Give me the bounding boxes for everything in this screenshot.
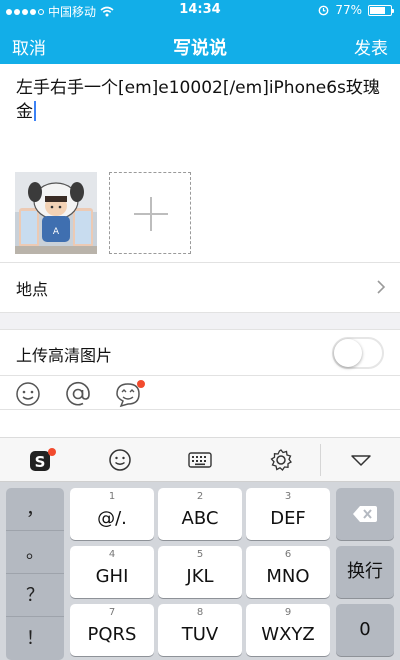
punct-key-exclaim[interactable]: ！	[6, 617, 64, 660]
upload-hd-toggle[interactable]	[332, 337, 384, 369]
svg-text:A: A	[53, 227, 60, 237]
status-bar: 中国移动 14:34 77%	[0, 0, 400, 20]
battery-icon	[368, 4, 394, 16]
key-number: 4	[108, 549, 116, 560]
keyboard-icon[interactable]	[187, 447, 213, 473]
publish-button[interactable]: 发表	[354, 34, 388, 59]
cancel-button[interactable]: 取消	[12, 34, 46, 59]
key-letters: JKL	[186, 566, 214, 587]
photo-thumbnail-image: A	[15, 172, 97, 254]
key-letters: PQRS	[87, 624, 137, 645]
battery-level-fill	[370, 6, 385, 14]
key-letters: MNO	[266, 566, 310, 587]
photo-row: A	[15, 172, 191, 254]
add-photo-button[interactable]	[109, 172, 191, 254]
battery-percent: 77%	[335, 3, 362, 17]
header-bar: 中国移动 14:34 77% 取消 写说说 发表	[0, 0, 400, 64]
key-9[interactable]: 9 WXYZ	[246, 604, 330, 656]
toolbar-separator	[320, 444, 321, 476]
status-right: 77%	[318, 3, 394, 17]
key-number: 9	[284, 607, 292, 618]
t9-keyboard: ， 。 ？ ！ 1 @/. 2 ABC 3 DEF 4 GHI 5 JKL 6 …	[0, 482, 400, 660]
upload-hd-label: 上传高清图片	[16, 346, 113, 365]
spacer	[0, 410, 400, 438]
key-2[interactable]: 2 ABC	[158, 488, 242, 540]
page-title: 写说说	[173, 38, 227, 59]
upload-hd-row: 上传高清图片	[0, 330, 400, 376]
key-5[interactable]: 5 JKL	[158, 546, 242, 598]
sogou-logo-button[interactable]: S	[27, 446, 57, 476]
key-4[interactable]: 4 GHI	[70, 546, 154, 598]
key-1[interactable]: 1 @/.	[70, 488, 154, 540]
compose-text-area[interactable]: 左手右手一个[em]e10002[/em]iPhone6s玫瑰金	[16, 76, 386, 124]
text-caret	[34, 101, 36, 121]
key-letters: GHI	[95, 566, 129, 587]
punct-key-period[interactable]: 。	[6, 531, 64, 574]
chevron-right-icon	[377, 280, 386, 294]
notification-dot	[48, 448, 56, 456]
keyboard-toolbar: S	[0, 438, 400, 482]
key-3[interactable]: 3 DEF	[246, 488, 330, 540]
section-divider	[0, 312, 400, 330]
key-number: 8	[196, 607, 204, 618]
key-7[interactable]: 7 PQRS	[70, 604, 154, 656]
key-number: 6	[284, 549, 292, 560]
emoji-icon[interactable]	[14, 380, 42, 408]
toggle-knob	[334, 339, 362, 367]
newline-key[interactable]: 换行	[336, 546, 394, 598]
key-letters: TUV	[181, 624, 219, 645]
punct-key-question[interactable]: ？	[6, 574, 64, 617]
settings-icon[interactable]	[268, 447, 294, 473]
key-number: 7	[108, 607, 116, 618]
location-row[interactable]: 地点	[0, 262, 400, 312]
key-number: 1	[108, 491, 116, 502]
backspace-icon	[353, 506, 377, 522]
svg-text:S: S	[35, 453, 46, 471]
backspace-key[interactable]	[336, 488, 394, 540]
key-letters: DEF	[270, 508, 306, 529]
compose-text: 左手右手一个[em]e10002[/em]iPhone6s玫瑰金	[16, 78, 380, 122]
photo-thumbnail[interactable]: A	[15, 172, 97, 254]
alarm-icon	[318, 5, 329, 15]
key-letters: @/.	[97, 508, 127, 529]
doodle-tool[interactable]	[114, 380, 146, 408]
key-number: 3	[284, 491, 292, 502]
key-0[interactable]: 0	[336, 604, 394, 656]
location-label: 地点	[16, 280, 49, 299]
emoji-icon[interactable]	[107, 447, 133, 473]
compose-toolbar	[0, 376, 400, 410]
notification-dot	[137, 380, 145, 388]
key-number: 2	[196, 491, 204, 502]
punct-key-comma[interactable]: ，	[6, 488, 64, 531]
key-letters: WXYZ	[261, 624, 315, 645]
punctuation-column: ， 。 ？ ！	[6, 488, 64, 660]
key-number: 5	[196, 549, 204, 560]
key-letters: ABC	[181, 508, 219, 529]
key-8[interactable]: 8 TUV	[158, 604, 242, 656]
key-6[interactable]: 6 MNO	[246, 546, 330, 598]
nav-bar: 取消 写说说 发表	[0, 26, 400, 62]
hide-keyboard-icon[interactable]	[348, 447, 374, 473]
at-icon[interactable]	[64, 380, 92, 408]
